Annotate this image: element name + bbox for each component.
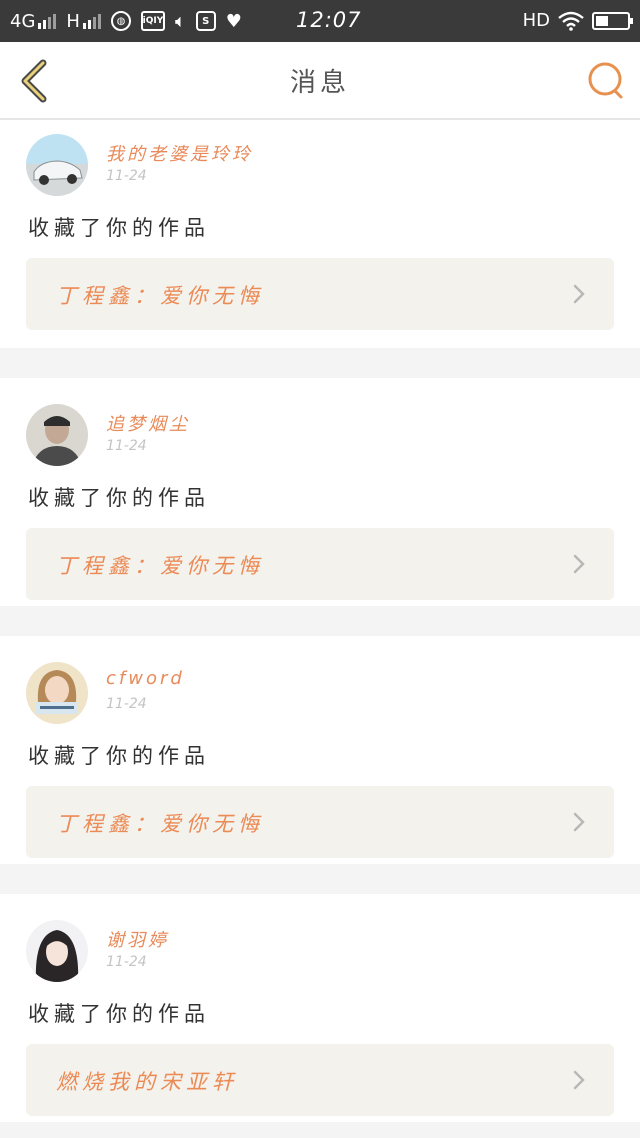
nav-bar: 消息	[0, 42, 640, 120]
wifi-icon	[558, 11, 584, 31]
message-card: 追梦烟尘 11-24 收藏了你的作品 丁程鑫：爱你无悔	[0, 378, 640, 606]
work-link[interactable]: 丁程鑫：爱你无悔	[26, 258, 614, 330]
signal-icon	[38, 13, 57, 29]
chevron-right-icon	[573, 1070, 585, 1090]
message-card: cfword 11-24 收藏了你的作品 丁程鑫：爱你无悔	[0, 636, 640, 864]
message-date: 11-24	[106, 954, 147, 970]
work-title: 燃烧我的宋亚轩	[56, 1070, 238, 1094]
user-name[interactable]: cfword	[106, 668, 185, 689]
battery-icon	[592, 11, 633, 30]
s-icon: S	[195, 11, 216, 31]
work-title: 丁程鑫：爱你无悔	[56, 284, 264, 308]
search-button[interactable]	[586, 60, 626, 100]
page-title: 消息	[289, 68, 350, 98]
work-link[interactable]: 丁程鑫：爱你无悔	[26, 528, 614, 600]
work-link[interactable]: 燃烧我的宋亚轩	[26, 1044, 614, 1116]
iqiyi-icon: iQIY	[140, 11, 165, 31]
signal-2-icon	[82, 13, 101, 29]
avatar[interactable]	[26, 920, 88, 982]
user-name[interactable]: 我的老婆是玲玲	[106, 140, 253, 166]
message-date: 11-24	[106, 696, 147, 712]
hd-label: HD	[522, 10, 550, 31]
work-link[interactable]: 丁程鑫：爱你无悔	[26, 786, 614, 858]
message-date: 11-24	[106, 438, 147, 454]
shield-icon: ♥	[225, 10, 242, 32]
network-indicator: 4G	[10, 10, 57, 32]
avatar[interactable]	[26, 134, 88, 196]
browser-icon: ◍	[110, 11, 131, 31]
chevron-right-icon	[573, 554, 585, 574]
mute-icon: 🔈︎	[174, 10, 186, 32]
chevron-right-icon	[573, 284, 585, 304]
network-label-2: H	[66, 10, 80, 32]
action-text: 收藏了你的作品	[28, 486, 210, 510]
message-card: 谢羽婷 11-24 收藏了你的作品 燃烧我的宋亚轩	[0, 894, 640, 1122]
work-title: 丁程鑫：爱你无悔	[56, 812, 264, 836]
network-indicator-2: H	[66, 11, 101, 32]
search-icon	[588, 62, 623, 99]
avatar[interactable]	[26, 662, 88, 724]
message-list: 我的老婆是玲玲 11-24 收藏了你的作品 丁程鑫：爱你无悔 追梦烟尘 11-2…	[0, 120, 640, 1138]
status-bar: 4G H ◍ iQIY 🔈︎ S ♥ 12:07 HD	[0, 0, 640, 42]
action-text: 收藏了你的作品	[28, 1002, 210, 1026]
user-name[interactable]: 追梦烟尘	[106, 410, 190, 436]
message-date: 11-24	[106, 168, 147, 184]
chevron-right-icon	[573, 812, 585, 832]
action-text: 收藏了你的作品	[28, 216, 210, 240]
message-card: 我的老婆是玲玲 11-24 收藏了你的作品 丁程鑫：爱你无悔	[0, 120, 640, 348]
network-label: 4G	[10, 10, 36, 32]
work-title: 丁程鑫：爱你无悔	[56, 554, 264, 578]
action-text: 收藏了你的作品	[28, 744, 210, 768]
user-name[interactable]: 谢羽婷	[106, 926, 169, 952]
status-time: 12:07	[296, 8, 362, 32]
avatar[interactable]	[26, 404, 88, 466]
